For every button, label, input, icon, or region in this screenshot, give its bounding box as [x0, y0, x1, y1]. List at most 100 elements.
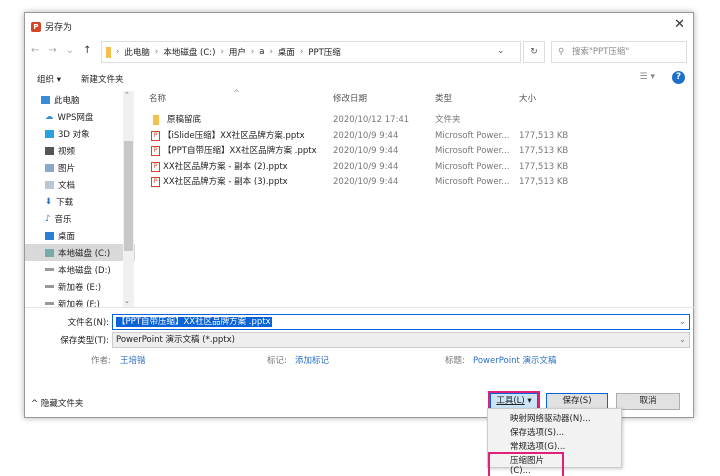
- file-row[interactable]: PXX社区品牌方案 - 副本 (2).pptx 2020/10/9 9:44 M…: [137, 160, 693, 175]
- nav-buttons: ← → ⌄ ↑: [31, 45, 92, 56]
- document-icon: [45, 181, 54, 189]
- sidebar-item-this-pc[interactable]: 此电脑: [25, 91, 135, 108]
- menu-item-save-options[interactable]: 保存选项(S)...: [510, 426, 564, 438]
- sidebar-item-label: 新加卷 (E:): [58, 281, 101, 293]
- author-field[interactable]: 王培锴: [120, 354, 146, 366]
- video-icon: [45, 147, 54, 155]
- cancel-button[interactable]: 取消: [616, 393, 680, 410]
- drive-icon: [45, 285, 54, 288]
- sidebar-item-label: 新加卷 (F:): [58, 298, 100, 308]
- sidebar-item-label: 图片: [58, 162, 75, 174]
- breadcrumb-item[interactable]: a: [259, 47, 264, 57]
- tags-field[interactable]: 添加标记: [295, 354, 329, 366]
- column-header-size[interactable]: 大小: [519, 91, 536, 107]
- file-row[interactable]: P【iSlide压缩】XX社区品牌方案.pptx 2020/10/9 9:44 …: [137, 129, 693, 144]
- sidebar-item-3d[interactable]: 3D 对象: [25, 125, 135, 142]
- hide-folders-toggle[interactable]: ^ 隐藏文件夹: [31, 397, 83, 409]
- breadcrumb-item[interactable]: 此电脑: [124, 46, 150, 58]
- file-row[interactable]: P【PPT自带压缩】XX社区品牌方案 .pptx 2020/10/9 9:44 …: [137, 144, 693, 159]
- breadcrumb-item[interactable]: 本地磁盘 (C:): [163, 46, 215, 58]
- sidebar-item-desktop[interactable]: 桌面: [25, 227, 135, 244]
- column-header-date[interactable]: 修改日期: [333, 91, 367, 107]
- scroll-up-icon[interactable]: ⌃: [124, 91, 130, 99]
- back-icon[interactable]: ←: [31, 45, 39, 56]
- new-folder-button[interactable]: 新建文件夹: [81, 68, 124, 90]
- breadcrumb-item[interactable]: 用户: [229, 46, 246, 58]
- help-icon[interactable]: ?: [672, 71, 685, 84]
- file-size: 177,513 KB: [519, 129, 568, 144]
- forward-icon[interactable]: →: [48, 45, 56, 56]
- cloud-icon: ☁: [45, 112, 54, 122]
- chevron-down-icon[interactable]: ⌄: [497, 46, 505, 56]
- sidebar-item-documents[interactable]: 文档: [25, 176, 135, 193]
- file-size: 177,513 KB: [519, 144, 568, 159]
- address-bar[interactable]: ›此电脑 ›本地磁盘 (C:) ›用户 ›a ›桌面 ›PPT压缩: [101, 41, 521, 63]
- filename-value: 【PPT自带压缩】XX社区品牌方案 .pptx: [116, 317, 272, 327]
- column-header-type[interactable]: 类型: [435, 91, 452, 107]
- save-type-label: 保存类型(T):: [25, 334, 109, 346]
- sidebar-item-label: 本地磁盘 (D:): [58, 264, 111, 276]
- title-bar: P 另存为: [31, 20, 72, 33]
- drive-icon: [45, 302, 54, 305]
- sidebar-item-drive-e[interactable]: 新加卷 (E:): [25, 278, 135, 295]
- filename-label: 文件名(N):: [25, 316, 109, 328]
- save-type-select[interactable]: PowerPoint 演示文稿 (*.pptx)⌄: [112, 332, 690, 348]
- sidebar-item-music[interactable]: ♪ 音乐: [25, 210, 135, 227]
- sidebar-item-label: 视频: [58, 145, 75, 157]
- breadcrumb-item[interactable]: 桌面: [278, 46, 295, 58]
- sidebar-scrollbar-thumb[interactable]: [124, 141, 133, 251]
- cube-icon: [45, 130, 54, 138]
- folder-icon: [153, 115, 159, 125]
- filename-input[interactable]: 【PPT自带压缩】XX社区品牌方案 .pptx⌄: [112, 314, 690, 330]
- menu-item-map-network-drive[interactable]: 映射网络驱动器(N)...: [510, 412, 591, 424]
- close-button[interactable]: ✕: [674, 17, 685, 32]
- sidebar-item-pictures[interactable]: 图片: [25, 159, 135, 176]
- column-header-name[interactable]: 名称: [149, 91, 166, 107]
- file-date: 2020/10/9 9:44: [333, 144, 398, 159]
- computer-icon: [41, 96, 50, 104]
- file-row[interactable]: 原稿留底 2020/10/12 17:41 文件夹: [137, 113, 693, 128]
- navigation-pane: 此电脑 ☁WPS网盘 3D 对象 视频 图片 文档 ⬇下载 ♪ 音乐 桌面 本地磁…: [25, 91, 135, 307]
- sidebar-item-drive-c[interactable]: 本地磁盘 (C:): [25, 244, 135, 261]
- sidebar-item-label: 3D 对象: [58, 128, 90, 140]
- sidebar-item-label: 音乐: [54, 213, 71, 225]
- music-icon: ♪: [45, 214, 50, 224]
- breadcrumb-item[interactable]: PPT压缩: [308, 46, 340, 58]
- organize-button[interactable]: 组织 ▾: [37, 68, 61, 90]
- view-options-icon[interactable]: ☰ ▾: [640, 72, 655, 82]
- refresh-button[interactable]: ↻: [523, 41, 545, 63]
- scroll-down-icon[interactable]: ⌄: [124, 297, 130, 305]
- hide-folders-label: 隐藏文件夹: [41, 399, 84, 409]
- sidebar-item-drive-d[interactable]: 本地磁盘 (D:): [25, 261, 135, 278]
- sidebar-item-drive-f[interactable]: 新加卷 (F:): [25, 295, 135, 307]
- file-name: 【iSlide压缩】XX社区品牌方案.pptx: [163, 129, 305, 144]
- menu-item-compress-pictures[interactable]: 压缩图片(C)...: [490, 454, 562, 476]
- file-name: XX社区品牌方案 - 副本 (3).pptx: [163, 175, 288, 190]
- drive-icon: [45, 268, 54, 271]
- file-row[interactable]: PXX社区品牌方案 - 副本 (3).pptx 2020/10/9 9:44 M…: [137, 175, 693, 190]
- file-name: 【PPT自带压缩】XX社区品牌方案 .pptx: [163, 144, 317, 159]
- sidebar-item-downloads[interactable]: ⬇下载: [25, 193, 135, 210]
- sort-ascending-icon: ^: [233, 86, 240, 102]
- file-date: 2020/10/9 9:44: [333, 175, 398, 190]
- pptx-file-icon: P: [151, 131, 160, 141]
- sidebar-item-wps[interactable]: ☁WPS网盘: [25, 108, 135, 125]
- file-size: 177,513 KB: [519, 175, 568, 190]
- drive-icon: [45, 249, 54, 257]
- title-field[interactable]: PowerPoint 演示文稿: [473, 354, 557, 366]
- sidebar-item-label: 文档: [58, 179, 75, 191]
- up-icon[interactable]: ↑: [83, 45, 91, 56]
- pptx-file-icon: P: [151, 162, 160, 172]
- powerpoint-logo-icon: P: [31, 22, 41, 32]
- sidebar-item-label: 桌面: [58, 230, 75, 242]
- tools-menu: 映射网络驱动器(N)... 保存选项(S)... 常规选项(G)... 压缩图片…: [487, 408, 622, 468]
- recent-dropdown-icon[interactable]: ⌄: [66, 45, 74, 56]
- search-icon: ⚲: [558, 42, 564, 62]
- search-input[interactable]: ⚲ 搜索"PPT压缩": [551, 41, 687, 63]
- file-date: 2020/10/9 9:44: [333, 160, 398, 175]
- menu-item-general-options[interactable]: 常规选项(G)...: [510, 440, 565, 452]
- tags-label: 标记:: [267, 354, 287, 366]
- sidebar-item-label: 此电脑: [54, 94, 80, 106]
- sidebar-item-videos[interactable]: 视频: [25, 142, 135, 159]
- file-list: 名称 ^ 修改日期 类型 大小 原稿留底 2020/10/12 17:41 文件…: [137, 91, 693, 307]
